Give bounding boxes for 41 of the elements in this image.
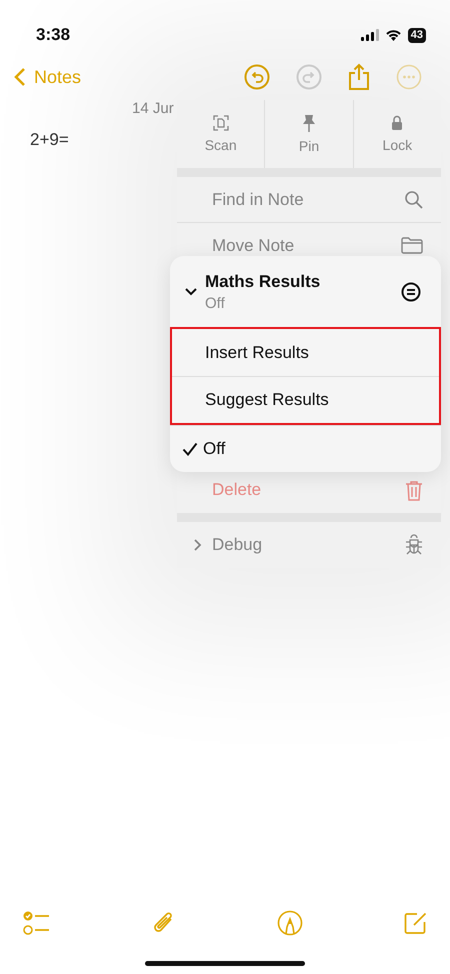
menu-option[interactable]: Off — [170, 425, 441, 472]
back-label[interactable]: Notes — [34, 66, 82, 88]
checklist-button[interactable] — [23, 910, 50, 936]
bug-icon — [405, 534, 423, 556]
compose-icon — [404, 911, 428, 935]
debug-item[interactable]: Debug — [177, 522, 441, 568]
chevron-icon — [184, 287, 198, 296]
undo-button[interactable] — [244, 64, 270, 90]
share-button[interactable] — [348, 63, 370, 91]
note-text: 2+9= — [30, 130, 69, 150]
wifi-icon — [384, 29, 402, 41]
pin-icon — [302, 114, 316, 132]
trash-icon — [405, 480, 423, 500]
pen-tip-icon — [276, 910, 303, 936]
undo-icon — [244, 64, 270, 90]
lock-button[interactable]: Lock — [354, 100, 441, 168]
folder-icon — [401, 237, 423, 254]
compose-button[interactable] — [404, 911, 428, 935]
menu-option[interactable]: Suggest Results — [172, 376, 439, 423]
equals-circle-icon — [401, 282, 421, 302]
scan-icon — [212, 115, 229, 131]
debug-label[interactable]: Debug — [212, 535, 262, 555]
submenu-title: Maths Results — [205, 272, 322, 292]
lock-icon — [391, 115, 404, 131]
checklist-icon — [23, 910, 50, 936]
menu-option[interactable]: Insert Results — [172, 329, 439, 376]
checkmark-icon — [182, 442, 198, 456]
submenu-value: Off — [205, 294, 226, 312]
markup-button[interactable] — [276, 910, 303, 936]
redo-icon — [296, 64, 322, 90]
chevron-icon — [193, 538, 202, 552]
search-icon — [404, 190, 423, 209]
signal-icon — [360, 29, 379, 41]
menu-item[interactable]: Find in Note — [177, 177, 441, 223]
more-icon — [396, 64, 422, 90]
chevron-icon — [14, 67, 26, 87]
status-time: 3:38 — [36, 25, 70, 45]
share-icon — [348, 63, 370, 91]
battery-level: 43 — [408, 28, 426, 42]
back-button[interactable]: Notes — [14, 66, 244, 88]
note-date: 14 Jur — [132, 100, 175, 117]
